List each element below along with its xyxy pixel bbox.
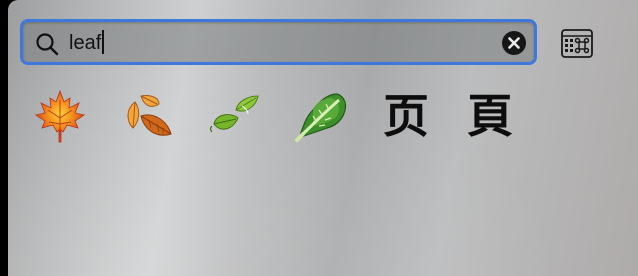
cjk-glyph-traditional: 頁: [467, 89, 513, 143]
text-caret: [102, 30, 105, 54]
search-input[interactable]: leaf: [69, 29, 105, 57]
clear-x-icon: [508, 37, 520, 49]
magnifying-glass-icon: [36, 33, 59, 56]
emoji-picker-panel: leaf 页 頁: [8, 0, 638, 276]
cjk-glyph-simplified: 页: [383, 89, 429, 143]
search-input-text: leaf: [69, 32, 102, 54]
maple-leaf-icon: [34, 89, 86, 143]
result-leaf-fluttering-in-wind[interactable]: [202, 84, 266, 148]
character-viewer-icon: [561, 29, 593, 58]
search-field[interactable]: leaf: [20, 19, 537, 65]
result-cjk-page-simplified[interactable]: 页: [374, 84, 438, 148]
result-cjk-page-traditional[interactable]: 頁: [458, 84, 522, 148]
result-leafy-green[interactable]: [289, 84, 353, 148]
leaf-fluttering-in-wind-icon: [209, 95, 259, 133]
leafy-green-icon: [295, 93, 347, 142]
fallen-leaf-icon: [127, 95, 172, 136]
clear-search-button[interactable]: [502, 31, 526, 55]
result-maple-leaf[interactable]: [28, 84, 92, 148]
character-viewer-button[interactable]: [561, 29, 593, 58]
result-fallen-leaf[interactable]: [115, 84, 179, 148]
